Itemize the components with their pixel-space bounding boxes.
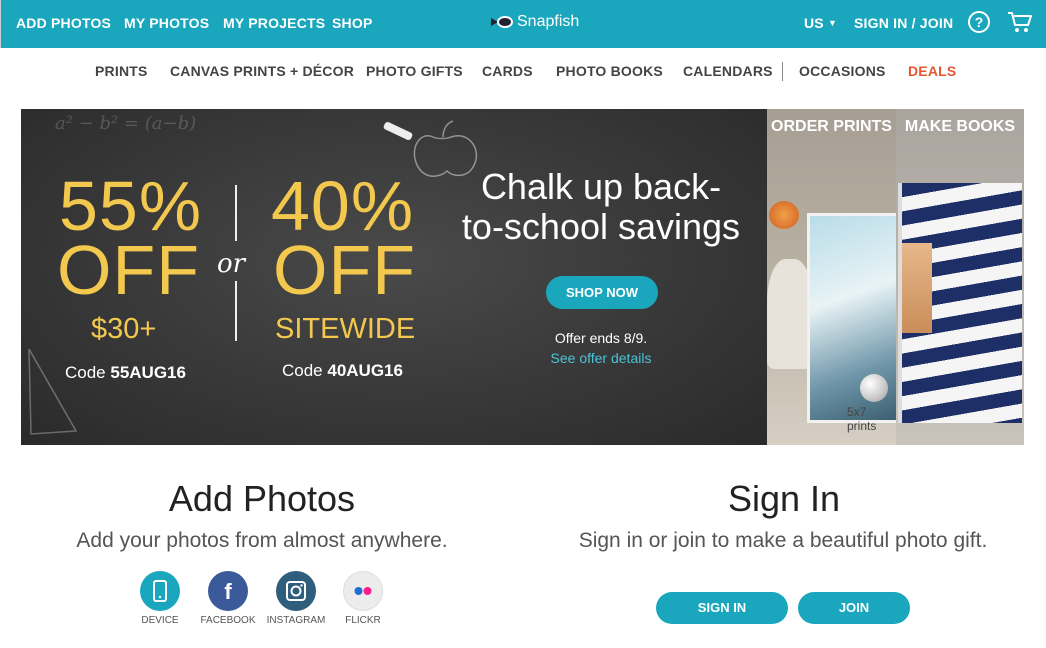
print-size-label: 5x7 prints	[847, 405, 877, 433]
cat-photo-books[interactable]: PHOTO BOOKS	[556, 63, 663, 79]
offer1-code: Code 55AUG16	[65, 363, 186, 382]
flickr-icon	[354, 587, 372, 595]
offer-details-link[interactable]: See offer details	[501, 350, 701, 366]
cat-cards[interactable]: CARDS	[482, 63, 533, 79]
brand-name: Snapfish	[517, 13, 580, 30]
add-photos-subtitle: Add your photos from almost anywhere.	[76, 529, 448, 552]
help-icon[interactable]: ?	[968, 11, 990, 33]
sign-in-subtitle: Sign in or join to make a beautiful phot…	[578, 529, 988, 552]
device-icon	[153, 580, 167, 602]
offer-divider-bottom	[235, 281, 237, 341]
cat-deals[interactable]: DEALS	[908, 63, 956, 79]
offer2-scope: SITEWIDE	[275, 313, 416, 345]
chalk-doodle-formula: a² − b² = (a−b)	[55, 113, 197, 134]
flickr-label: FLICKR	[345, 615, 381, 626]
flickr-source-button[interactable]	[343, 571, 383, 611]
order-prints-title: ORDER PRINTS	[771, 118, 892, 135]
fish-logo-icon	[491, 15, 513, 29]
cat-photo-gifts[interactable]: PHOTO GIFTS	[366, 63, 463, 79]
make-books-title: MAKE BOOKS	[904, 118, 1016, 135]
nav-my-projects[interactable]: MY PROJECTS	[223, 15, 325, 31]
hero-banner[interactable]: a² − b² = (a−b) 55% OFF $30+ Code 55AUG1…	[21, 109, 767, 445]
add-photos-title: Add Photos	[168, 478, 356, 519]
cat-canvas-prints[interactable]: CANVAS PRINTS + DÉCOR	[170, 63, 354, 79]
nav-my-photos[interactable]: MY PHOTOS	[124, 15, 209, 31]
offer2-code: Code 40AUG16	[282, 361, 403, 380]
join-button[interactable]: JOIN	[798, 592, 910, 624]
book-photo-image	[902, 243, 932, 333]
offer1-off: OFF	[57, 231, 200, 309]
cart-icon[interactable]	[1007, 10, 1033, 34]
photo-book-image	[898, 183, 1022, 423]
nav-shop[interactable]: SHOP	[332, 15, 372, 31]
sign-in-title: Sign In	[727, 478, 841, 519]
region-label: US	[804, 15, 824, 31]
order-prints-promo[interactable]: 5x7 prints ORDER PRINTS	[767, 109, 896, 445]
pearl-image	[860, 374, 888, 402]
chalk-triangle-doodle	[28, 348, 78, 435]
cat-occasions[interactable]: OCCASIONS	[799, 63, 886, 79]
region-selector[interactable]: US ▼	[804, 15, 837, 31]
offer1-minimum: $30+	[91, 313, 157, 345]
snapfish-logo[interactable]: Snapfish	[491, 13, 579, 31]
cat-calendars[interactable]: CALENDARS	[683, 63, 773, 79]
shop-now-button[interactable]: SHOP NOW	[546, 276, 658, 309]
facebook-source-button[interactable]: f	[208, 571, 248, 611]
nav-divider	[782, 62, 783, 81]
svg-text:f: f	[224, 579, 232, 604]
instagram-source-button[interactable]	[276, 571, 316, 611]
offer1-percent: 55%	[59, 167, 203, 245]
nav-add-photos[interactable]: ADD PHOTOS	[16, 15, 111, 31]
sign-in-button[interactable]: SIGN IN	[656, 592, 788, 624]
sign-in-join-link[interactable]: SIGN IN / JOIN	[854, 15, 953, 31]
device-source-button[interactable]	[140, 571, 180, 611]
make-books-promo[interactable]: MAKE BOOKS	[896, 109, 1024, 445]
cat-prints[interactable]: PRINTS	[95, 63, 148, 79]
caret-down-icon: ▼	[827, 18, 838, 28]
hero-headline: Chalk up back-to-school savings	[461, 166, 741, 247]
flower-image	[769, 201, 799, 229]
offer-ends-text: Offer ends 8/9.	[554, 330, 648, 346]
or-text: or	[217, 249, 246, 279]
top-bar: ADD PHOTOS MY PHOTOS MY PROJECTS SHOP Sn…	[0, 0, 1046, 48]
offer2-percent: 40%	[271, 167, 415, 245]
instagram-icon	[286, 581, 306, 601]
offer2-off: OFF	[273, 231, 416, 309]
offer-divider-top	[235, 185, 237, 241]
facebook-icon: f	[224, 579, 232, 604]
